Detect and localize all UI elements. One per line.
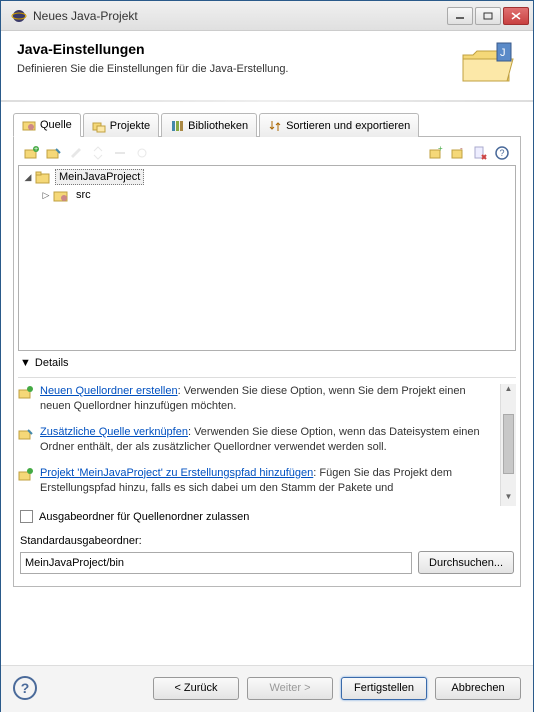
edit-icon [66,143,86,163]
tab-bar: Quelle Projekte Bibliotheken Sortieren u… [13,112,521,137]
default-output-input[interactable] [20,552,412,574]
collapse-icon[interactable]: ◢ [21,172,35,183]
add-source-folder-icon[interactable]: + [22,143,42,163]
eclipse-icon [11,8,27,24]
tab-order-export[interactable]: Sortieren und exportieren [259,113,419,137]
default-output-label: Standardausgabeordner: [18,527,516,551]
link-folder-icon [18,425,34,456]
cancel-button[interactable]: Abbrechen [435,677,521,700]
expand-all-icon[interactable]: + [426,143,446,163]
help-button[interactable]: ? [13,676,37,700]
scrollbar-thumb[interactable] [503,414,514,474]
details-separator [18,377,516,378]
order-export-icon [268,119,282,133]
tab-label: Sortieren und exportieren [286,120,410,132]
details-body: Neuen Quellordner erstellen: Verwenden S… [18,384,516,506]
page-description: Definieren Sie die Einstellungen für die… [17,63,451,75]
source-toolbar: + + - ? [18,141,516,165]
details-label: Details [35,357,69,369]
source-tree[interactable]: ◢ MeinJavaProject ▷ src [18,165,516,351]
detail-link-source: Zusätzliche Quelle verknüpfen: Verwenden… [18,425,498,456]
allow-output-folders-row: Ausgabeordner für Quellenordner zulassen [18,506,516,527]
projects-icon [92,119,106,133]
project-folder-icon [35,170,51,184]
titlebar: Neues Java-Projekt [1,1,533,31]
configure-icon [132,143,152,163]
libraries-icon [170,119,184,133]
window-title: Neues Java-Projekt [33,9,445,23]
add-project-icon [18,466,34,497]
expand-icon[interactable]: ▷ [39,190,53,201]
tree-project-row[interactable]: ◢ MeinJavaProject [21,168,513,186]
chevron-down-icon: ▼ [20,357,31,369]
wizard-header: Java-Einstellungen Definieren Sie die Ei… [1,31,533,100]
remove-icon [110,143,130,163]
checkbox-label: Ausgabeordner für Quellenordner zulassen [39,511,249,523]
tab-label: Projekte [110,120,150,132]
detail-add-to-path: Projekt 'MeinJavaProject' zu Erstellungs… [18,466,498,497]
collapse-all-icon[interactable]: - [448,143,468,163]
close-button[interactable] [503,7,529,25]
maximize-button[interactable] [475,7,501,25]
minimize-button[interactable] [447,7,473,25]
project-label[interactable]: MeinJavaProject [55,169,144,185]
svg-text:+: + [438,145,443,153]
page-title: Java-Einstellungen [17,41,451,57]
details-scrollbar[interactable]: ▲ ▼ [500,384,516,506]
tree-src-row[interactable]: ▷ src [21,186,513,204]
tab-label: Quelle [40,119,72,131]
finish-button[interactable]: Fertigstellen [341,677,427,700]
link-source-link[interactable]: Zusätzliche Quelle verknüpfen [40,426,188,438]
help-icon[interactable]: ? [492,143,512,163]
folder-package-icon [22,118,36,132]
browse-button[interactable]: Durchsuchen... [418,551,514,574]
tab-source[interactable]: Quelle [13,113,81,137]
source-panel: + + - ? ◢ MeinJavaProject ▷ src [13,137,521,587]
svg-text:J: J [500,47,506,59]
tab-label: Bibliotheken [188,120,248,132]
link-source-icon[interactable] [44,143,64,163]
wizard-footer: ? < Zurück Weiter > Fertigstellen Abbrec… [1,665,533,712]
clear-icon[interactable] [470,143,490,163]
details-toggle[interactable]: ▼ Details [18,351,516,373]
svg-text:?: ? [500,148,505,158]
toggle-icon [88,143,108,163]
add-buildpath-link[interactable]: Projekt 'MeinJavaProject' zu Erstellungs… [40,467,313,479]
back-button[interactable]: < Zurück [153,677,239,700]
src-label[interactable]: src [73,188,94,202]
tab-projects[interactable]: Projekte [83,113,159,137]
svg-text:+: + [34,146,38,153]
create-source-link[interactable]: Neuen Quellordner erstellen [40,385,178,397]
allow-output-checkbox[interactable] [20,510,33,523]
svg-text:-: - [460,145,463,153]
next-button: Weiter > [247,677,333,700]
detail-create-source: Neuen Quellordner erstellen: Verwenden S… [18,384,498,415]
folder-java-icon: J [459,41,517,88]
add-folder-icon [18,384,34,415]
source-folder-icon [53,188,69,202]
tab-libraries[interactable]: Bibliotheken [161,113,257,137]
